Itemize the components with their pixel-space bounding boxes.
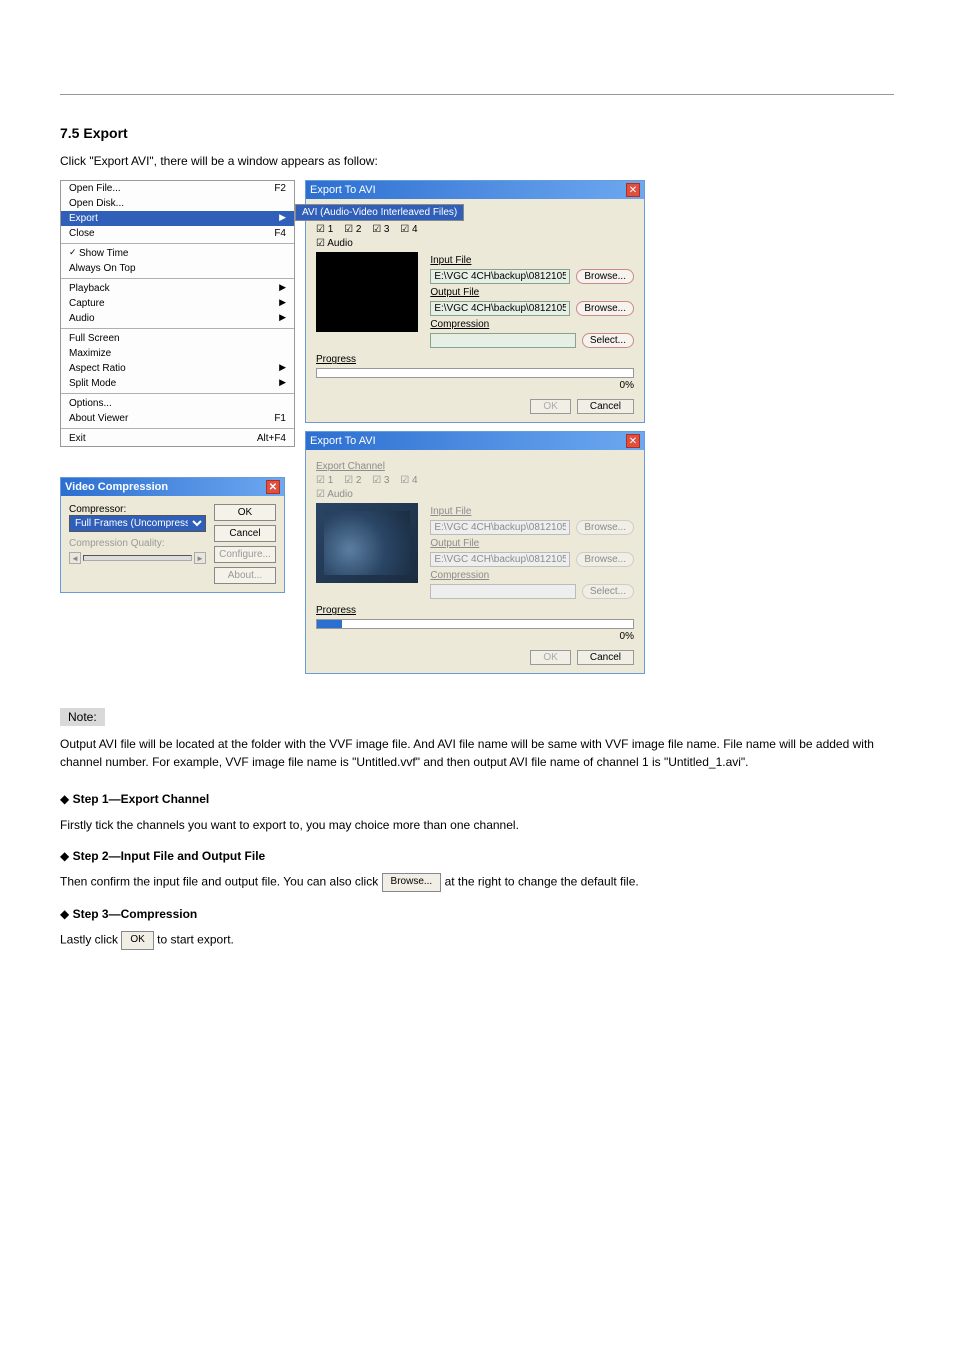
- compressor-label: Compressor:: [69, 504, 206, 515]
- dialog-title: Export To AVI: [310, 435, 376, 447]
- cancel-button[interactable]: Cancel: [214, 525, 276, 542]
- compression-label: Compression: [430, 319, 634, 330]
- ok-button: OK: [530, 650, 570, 665]
- export-channel-label: Export Channel: [316, 461, 634, 472]
- channel-checkbox: ☑ 2: [344, 475, 361, 486]
- compression-field[interactable]: [430, 333, 576, 348]
- input-file-label: Input File: [430, 255, 634, 266]
- slider-left-icon: ◄: [69, 552, 81, 564]
- browse-button[interactable]: Browse...: [576, 269, 634, 284]
- input-file-field[interactable]: [430, 269, 570, 284]
- menu-item[interactable]: Maximize: [61, 346, 294, 361]
- compression-quality-slider: ◄ ►: [69, 552, 206, 564]
- menu-item[interactable]: CloseF4: [61, 226, 294, 241]
- ok-button-inline: OK: [121, 931, 153, 950]
- progress-label: Progress: [316, 354, 634, 365]
- page-header-rule: [60, 40, 894, 95]
- progress-bar: [316, 368, 634, 378]
- channel-checkbox-row: ☑ 1 ☑ 2 ☑ 3 ☑ 4: [316, 224, 634, 235]
- menu-item[interactable]: Audio▶: [61, 311, 294, 326]
- audio-checkbox: ☑ Audio: [316, 489, 634, 500]
- close-icon[interactable]: ✕: [626, 183, 640, 197]
- note-text: Output AVI file will be located at the f…: [60, 736, 894, 771]
- channel-checkbox[interactable]: ☑ 1: [316, 224, 333, 235]
- menu-item[interactable]: Split Mode▶: [61, 376, 294, 391]
- step3-heading: Step 3—Compression: [73, 907, 198, 921]
- channel-checkbox[interactable]: ☑ 2: [344, 224, 361, 235]
- context-menu: Open File...F2Open Disk...Export▶CloseF4…: [60, 180, 295, 447]
- audio-checkbox[interactable]: ☑ Audio: [316, 238, 634, 249]
- section-heading: 7.5 Export: [60, 125, 894, 141]
- menu-item[interactable]: Aspect Ratio▶: [61, 361, 294, 376]
- menu-item[interactable]: Playback▶: [61, 281, 294, 296]
- select-button: Select...: [582, 584, 634, 599]
- menu-item[interactable]: Open Disk...: [61, 196, 294, 211]
- preview-panel: [316, 252, 418, 332]
- video-compression-dialog: Video Compression ✕ Compressor: Full Fra…: [60, 477, 285, 593]
- step3-text: Lastly click OK to start export.: [60, 931, 894, 950]
- configure-button: Configure...: [214, 546, 276, 563]
- ok-button[interactable]: OK: [214, 504, 276, 521]
- compressor-select[interactable]: Full Frames (Uncompressed): [69, 515, 206, 532]
- compression-field: [430, 584, 576, 599]
- output-file-field: [430, 552, 570, 567]
- dialog-title: Export To AVI: [310, 184, 376, 196]
- menu-item[interactable]: ExitAlt+F4: [61, 431, 294, 446]
- intro-text: Click "Export AVI", there will be a wind…: [60, 153, 894, 170]
- menu-item[interactable]: Show Time: [61, 246, 294, 261]
- cancel-button[interactable]: Cancel: [577, 399, 634, 414]
- progress-bar: [316, 619, 634, 629]
- progress-percent: 0%: [316, 380, 634, 391]
- step1-text: Firstly tick the channels you want to ex…: [60, 817, 894, 834]
- channel-checkbox: ☑ 3: [372, 475, 389, 486]
- progress-percent: 0%: [316, 631, 634, 642]
- channel-checkbox[interactable]: ☑ 4: [400, 224, 417, 235]
- export-avi-dialog-running: Export To AVI ✕ Export Channel ☑ 1 ☑ 2 ☑…: [305, 431, 645, 674]
- channel-checkbox-row: ☑ 1 ☑ 2 ☑ 3 ☑ 4: [316, 475, 634, 486]
- menu-item[interactable]: Options...: [61, 396, 294, 411]
- browse-button-inline: Browse...: [382, 873, 442, 892]
- compression-label: Compression: [430, 570, 634, 581]
- menu-item[interactable]: Always On Top: [61, 261, 294, 276]
- browse-button: Browse...: [576, 520, 634, 535]
- input-file-label: Input File: [430, 506, 634, 517]
- about-button: About...: [214, 567, 276, 584]
- browse-button: Browse...: [576, 552, 634, 567]
- step2-heading: Step 2—Input File and Output File: [73, 849, 266, 863]
- ok-button: OK: [530, 399, 570, 414]
- output-file-label: Output File: [430, 538, 634, 549]
- note-label: Note:: [60, 708, 105, 726]
- channel-checkbox[interactable]: ☑ 3: [372, 224, 389, 235]
- menu-item[interactable]: About ViewerF1: [61, 411, 294, 426]
- context-menu-flyout[interactable]: AVI (Audio-Video Interleaved Files): [295, 204, 464, 221]
- menu-item[interactable]: Full Screen: [61, 331, 294, 346]
- progress-label: Progress: [316, 605, 634, 616]
- browse-button[interactable]: Browse...: [576, 301, 634, 316]
- cancel-button[interactable]: Cancel: [577, 650, 634, 665]
- channel-checkbox: ☑ 1: [316, 475, 333, 486]
- output-file-field[interactable]: [430, 301, 570, 316]
- close-icon[interactable]: ✕: [626, 434, 640, 448]
- step1-heading: Step 1—Export Channel: [73, 792, 210, 806]
- select-button[interactable]: Select...: [582, 333, 634, 348]
- close-icon[interactable]: ✕: [266, 480, 280, 494]
- channel-checkbox: ☑ 4: [400, 475, 417, 486]
- step2-text: Then confirm the input file and output f…: [60, 873, 894, 892]
- slider-right-icon: ►: [194, 552, 206, 564]
- compression-quality-label: Compression Quality:: [69, 538, 206, 549]
- output-file-label: Output File: [430, 287, 634, 298]
- menu-item[interactable]: Capture▶: [61, 296, 294, 311]
- menu-item[interactable]: Export▶: [61, 211, 294, 226]
- video-compression-title: Video Compression: [65, 481, 168, 493]
- menu-item[interactable]: Open File...F2: [61, 181, 294, 196]
- preview-panel: [316, 503, 418, 583]
- input-file-field: [430, 520, 570, 535]
